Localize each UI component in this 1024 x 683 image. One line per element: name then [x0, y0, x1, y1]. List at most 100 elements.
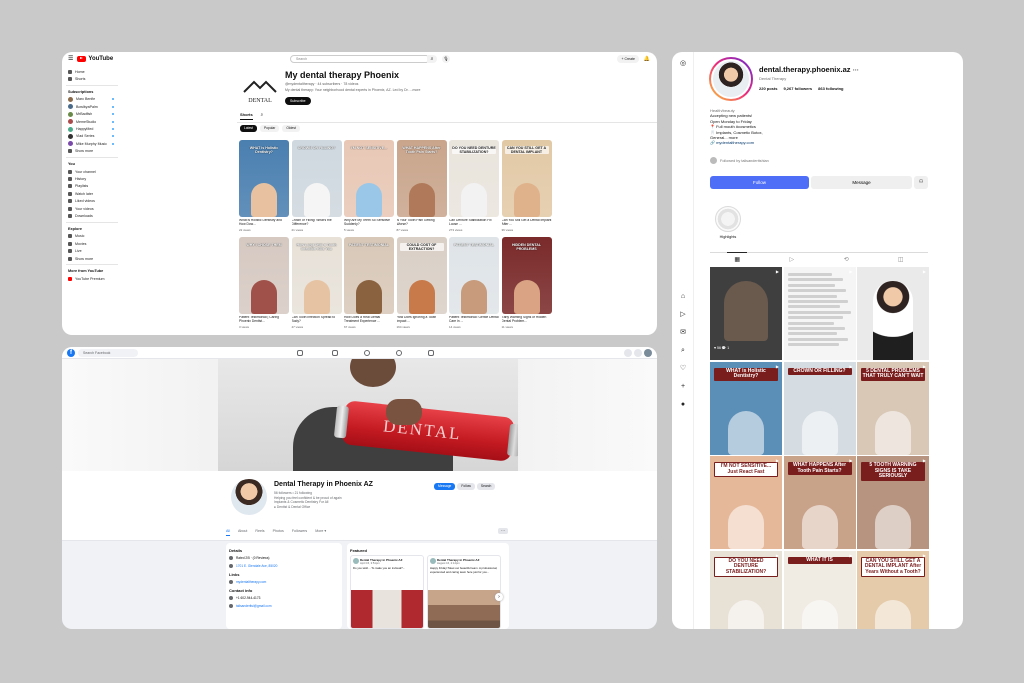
sidebar-item-liked-videos[interactable]: Liked videos: [66, 197, 118, 204]
post-tile[interactable]: WHAT HAPPENS After Tooth Pain Starts? ▶: [783, 456, 856, 549]
story-highlight[interactable]: Highlights: [714, 206, 742, 239]
posts-grid-icon[interactable]: ▦: [727, 252, 748, 263]
messenger-icon[interactable]: [634, 349, 642, 357]
post-tile[interactable]: CROWN OR FILLING? ▶: [783, 361, 856, 455]
subscription-item[interactable]: BowlbyaPalm: [66, 103, 118, 110]
sidebar-item-movies[interactable]: Movies: [66, 240, 118, 247]
featured-post[interactable]: Dental Therapy in Phoenix AZ April 15, 3…: [350, 555, 424, 629]
tab-photos[interactable]: Photos: [273, 529, 284, 536]
subscription-item[interactable]: MemeStudio: [66, 118, 118, 125]
create-button[interactable]: + Create: [617, 55, 639, 63]
show-more-button[interactable]: Show more: [66, 148, 118, 155]
profile-icon[interactable]: ●: [679, 401, 687, 409]
short-card[interactable]: WHAT is Holistic Dentistry? What is Holis…: [239, 140, 289, 232]
tab-about[interactable]: About: [238, 529, 247, 536]
tab-followers[interactable]: Followers: [292, 529, 307, 536]
short-card[interactable]: PATIENT TESTIMONIAL Patient Testimonial: …: [449, 237, 499, 329]
short-thumbnail[interactable]: DO YOU NEED DENTURE STABILIZATION?: [449, 140, 499, 217]
short-thumbnail[interactable]: CROWN OR FILLING?: [291, 140, 342, 217]
short-thumbnail[interactable]: HIDDEN DENTAL PROBLEMS: [501, 237, 552, 314]
tagged-icon[interactable]: ◫: [891, 256, 911, 263]
short-thumbnail[interactable]: WHY I CHOSE THEM: [239, 237, 289, 314]
youtube-search-input[interactable]: Search: [290, 55, 430, 63]
short-thumbnail[interactable]: PATIENT TESTIMONIAL: [344, 237, 394, 314]
subscription-item[interactable]: HappyMed: [66, 125, 118, 132]
post-tile[interactable]: DO YOU NEED DENTURE STABILIZATION? ▶: [710, 550, 782, 629]
followed-by[interactable]: Followed by talisanderitshian: [710, 157, 769, 164]
short-card[interactable]: I'M NOT SENSITIVE... Why Are My Teeth So …: [344, 140, 394, 232]
microphone-icon[interactable]: 🎙: [442, 55, 450, 63]
tab-reels[interactable]: Reels: [255, 529, 264, 536]
tab-shorts[interactable]: Shorts: [240, 112, 253, 120]
short-title[interactable]: Early Warning Signs of Hidden Dental Pro…: [502, 316, 552, 324]
search-icon[interactable]: ⌕: [427, 55, 437, 63]
groups-icon[interactable]: [396, 350, 402, 356]
short-card[interactable]: HIDDEN DENTAL PROBLEMS Early Warning Sign…: [501, 237, 552, 329]
short-title[interactable]: Crown or Filling: What's the Difference?: [292, 219, 342, 227]
post-tile[interactable]: ▶: [857, 267, 929, 360]
short-card[interactable]: WHAT HAPPENS After Tooth Pain Starts? Is …: [396, 140, 447, 232]
home-icon[interactable]: ⌂: [679, 293, 687, 301]
video-icon[interactable]: [332, 350, 338, 356]
menu-grid-icon[interactable]: [624, 349, 632, 357]
short-thumbnail[interactable]: WHAT HAPPENS After Tooth Pain Starts?: [396, 140, 447, 217]
short-thumbnail[interactable]: PATIENT TESTIMONIAL: [449, 237, 499, 314]
sidebar-item-playlists[interactable]: Playlists: [66, 183, 118, 190]
post-tile[interactable]: ♥ 56 💬 1 ▶: [710, 267, 782, 360]
sidebar-item-your-videos[interactable]: Your videos: [66, 205, 118, 212]
follow-button[interactable]: Follow: [457, 483, 475, 490]
next-arrow-icon[interactable]: ›: [495, 593, 503, 601]
short-card[interactable]: How Long Until a Tooth Infection Kills Y…: [291, 237, 342, 329]
short-card[interactable]: CROWN OR FILLING? Crown or Filling: What'…: [291, 140, 342, 232]
messages-icon[interactable]: ✉: [679, 329, 687, 337]
short-title[interactable]: Patient Testimonial | Caring Phoenix Den…: [239, 316, 289, 324]
more-options-button[interactable]: ···: [498, 528, 508, 534]
youtube-logo[interactable]: YouTube: [77, 55, 113, 62]
post-tile[interactable]: 5 DENTAL PROBLEMS THAT TRULY CAN'T WAIT ▶: [857, 361, 929, 455]
instagram-logo-icon[interactable]: ◎: [679, 60, 687, 68]
short-thumbnail[interactable]: I'M NOT SENSITIVE...: [344, 140, 394, 217]
short-card[interactable]: DO YOU NEED DENTURE STABILIZATION? Can De…: [449, 140, 499, 232]
subscription-item[interactable]: MrBadfish: [66, 111, 118, 118]
subscription-item[interactable]: Marc Benfie: [66, 96, 118, 103]
sidebar-item-home[interactable]: Home: [66, 68, 118, 75]
short-card[interactable]: PATIENT TESTIMONIAL How Does a Real Denta…: [344, 237, 394, 329]
channel-description[interactable]: My dental therapy: Your neighborhood den…: [285, 88, 420, 92]
post-tile[interactable]: I'M NOT SENSITIVE... Just React Fast ▶: [710, 456, 782, 549]
facebook-logo[interactable]: f: [67, 349, 75, 357]
short-title[interactable]: Is Your Tooth Pain Getting Worse?: [397, 219, 447, 227]
search-icon[interactable]: ⌕: [679, 347, 687, 355]
reels-icon[interactable]: ▷: [679, 311, 687, 319]
sidebar-item-your-channel[interactable]: Your channel: [66, 168, 118, 175]
create-plus-icon[interactable]: +: [679, 383, 687, 391]
chip-oldest[interactable]: Oldest: [282, 125, 300, 132]
short-thumbnail[interactable]: COULD COST OF EXTRACTION?: [396, 237, 447, 314]
short-thumbnail[interactable]: WHAT is Holistic Dentistry?: [239, 140, 289, 217]
post-tile[interactable]: ▶: [783, 267, 856, 360]
facebook-search-input[interactable]: Search Facebook: [78, 349, 138, 357]
sidebar-item-downloads[interactable]: Downloads: [66, 212, 118, 219]
sidebar-item-music[interactable]: Music: [66, 233, 118, 240]
bio-link[interactable]: 🔗 mydentaltherapy.com: [710, 140, 910, 145]
short-title[interactable]: Can Tooth Infection Spread to Body?: [292, 316, 342, 324]
post-tile[interactable]: WHAT IT IS ▶: [783, 550, 856, 629]
short-title[interactable]: How Does Ignoring a Tooth Impact ...: [397, 316, 447, 324]
gaming-icon[interactable]: [428, 350, 434, 356]
notifications-bell-icon[interactable]: 🔔: [643, 55, 651, 63]
account-avatar[interactable]: [644, 349, 652, 357]
chip-latest[interactable]: Latest: [240, 125, 257, 132]
search-icon[interactable]: ⌕: [261, 112, 264, 120]
short-title[interactable]: Patient Testimonial: Gentle Dental Care …: [449, 316, 499, 324]
sidebar-item-watch-later[interactable]: Watch later: [66, 190, 118, 197]
sidebar-item-live[interactable]: Live: [66, 247, 118, 254]
featured-post[interactable]: Dental Therapy in Phoenix AZ August 16, …: [427, 555, 501, 629]
profile-avatar[interactable]: [709, 57, 753, 101]
home-icon[interactable]: [297, 350, 303, 356]
notifications-heart-icon[interactable]: ♡: [679, 365, 687, 373]
following-count[interactable]: 863 following: [818, 86, 843, 91]
cover-photo[interactable]: DENTAL: [62, 359, 657, 471]
short-thumbnail[interactable]: CAN YOU STILL GET A DENTAL IMPLANT: [501, 140, 552, 217]
chip-popular[interactable]: Popular: [259, 125, 280, 132]
short-card[interactable]: WHY I CHOSE THEM Patient Testimonial | Ca…: [239, 237, 289, 329]
reels-tab-icon[interactable]: ▷: [782, 256, 802, 263]
